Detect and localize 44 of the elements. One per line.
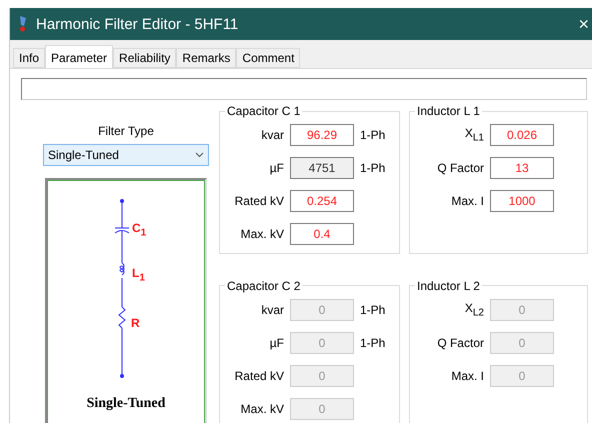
close-button[interactable]: ×	[578, 14, 589, 34]
component-label: C$_{1}$	[132, 221, 146, 238]
tab[interactable]: Comment	[236, 48, 300, 68]
window-title: Harmonic Filter Editor - 5HF11	[36, 16, 240, 32]
field-label: Rated kV	[234, 194, 285, 208]
value-field[interactable]: 0.4	[290, 223, 354, 245]
filter-type-dropdown[interactable]: Single-Tuned	[43, 144, 209, 166]
field-label: µF	[268, 161, 285, 175]
field-label: Max. I	[450, 194, 485, 208]
field-label: kvar	[260, 128, 285, 142]
field-label: Q Factor	[436, 336, 485, 350]
unit-label: 1-Ph	[360, 128, 386, 142]
value-field[interactable]: 13	[490, 157, 554, 179]
filter-type-label: Filter Type	[98, 124, 154, 138]
component-label: R	[131, 316, 140, 330]
group-title: Capacitor C 2	[226, 278, 302, 292]
field-label: Max. kV	[240, 227, 285, 241]
value-field[interactable]: 0.254	[290, 190, 354, 212]
group-title: Capacitor C 1	[226, 104, 302, 118]
tab[interactable]: Info	[13, 48, 46, 68]
group-title: Inductor L 1	[416, 104, 481, 118]
field-label: X$_{L2}$	[464, 300, 485, 318]
unit-label: 1-Ph	[360, 336, 386, 350]
value-field[interactable]: 4751	[290, 157, 354, 179]
value-field[interactable]: 96.29	[290, 124, 354, 146]
field-label: Rated kV	[234, 368, 285, 382]
filter-caption: Single-Tuned	[86, 396, 166, 412]
text-field[interactable]	[21, 78, 587, 100]
field-label: Q Factor	[436, 161, 485, 175]
value-field[interactable]: 0.026	[490, 124, 554, 146]
field-label: X$_{L1}$	[464, 126, 485, 144]
field-label: Max. kV	[240, 402, 285, 416]
tab[interactable]: Remarks	[176, 48, 236, 68]
tab[interactable]: Parameter	[45, 45, 114, 69]
field-label: Max. I	[450, 368, 485, 382]
unit-label: 1-Ph	[360, 302, 386, 316]
component-label: L$_{1}$	[132, 266, 145, 284]
group-title: Inductor L 2	[416, 278, 481, 292]
field-label: kvar	[260, 302, 285, 316]
field-label: µF	[268, 336, 285, 350]
value-field[interactable]: 1000	[490, 190, 554, 212]
unit-label: 1-Ph	[360, 161, 386, 175]
chevron-down-icon	[195, 152, 204, 158]
tab[interactable]: Reliability	[113, 48, 176, 68]
